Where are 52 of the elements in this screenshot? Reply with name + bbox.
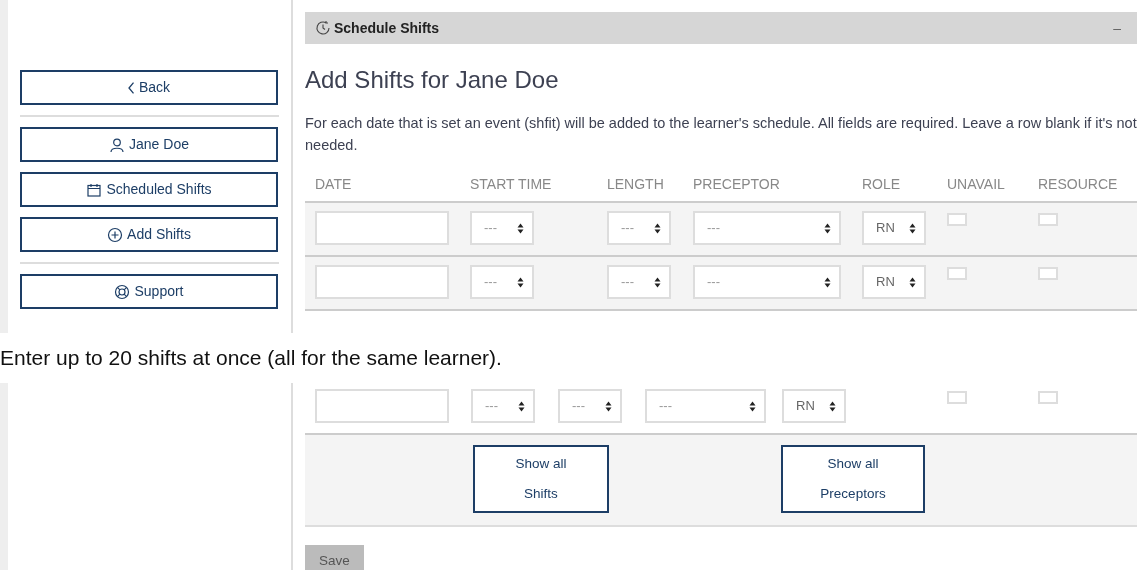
- checkbox[interactable]: [1038, 267, 1058, 280]
- checkbox[interactable]: [947, 391, 967, 404]
- sort-icon: [909, 276, 916, 288]
- select-field[interactable]: ---: [693, 265, 841, 299]
- checkbox[interactable]: [947, 267, 967, 280]
- lifebuoy-icon: [114, 283, 131, 300]
- sort-icon: [518, 400, 525, 412]
- save-button[interactable]: Save: [305, 545, 364, 570]
- sidebar-button[interactable]: Support: [20, 274, 278, 309]
- sort-icon: [517, 276, 524, 288]
- sort-icon: [517, 222, 524, 234]
- page-heading: Add Shifts for Jane Doe: [305, 65, 560, 95]
- sidebar-button[interactable]: Scheduled Shifts: [20, 172, 278, 207]
- select-field[interactable]: ---: [607, 265, 671, 299]
- select-field[interactable]: RN: [862, 211, 926, 245]
- checkbox[interactable]: [1038, 391, 1058, 404]
- sort-icon: [654, 222, 661, 234]
- chevron-left-icon: [127, 81, 135, 94]
- panel-title: Schedule Shifts: [334, 18, 440, 38]
- select-field[interactable]: ---: [471, 389, 535, 423]
- description-text: For each date that is set an event (shfit) will be added to the learner's schedule. All fields are required. Leave a row blank if it's not needed.: [305, 114, 1137, 155]
- select-field[interactable]: ---: [645, 389, 766, 423]
- sort-icon: [824, 276, 831, 288]
- calendar-icon: [86, 181, 103, 198]
- caption-text: Enter up to 20 shifts at once (all for the same learner).: [0, 345, 503, 372]
- person-icon: [109, 136, 126, 153]
- select-field[interactable]: ---: [693, 211, 841, 245]
- clock-icon: [315, 20, 331, 36]
- sort-icon: [749, 400, 756, 412]
- sort-icon: [829, 400, 836, 412]
- date-field[interactable]: [315, 211, 449, 245]
- select-field[interactable]: ---: [470, 211, 534, 245]
- show-all-button[interactable]: Show all Preceptors: [781, 445, 925, 513]
- checkbox[interactable]: [947, 213, 967, 226]
- select-field[interactable]: ---: [607, 211, 671, 245]
- sort-icon: [909, 222, 916, 234]
- date-field[interactable]: [315, 265, 449, 299]
- sort-icon: [654, 276, 661, 288]
- plus-circle-icon: [107, 226, 124, 243]
- sidebar-button[interactable]: Back: [20, 70, 278, 105]
- sidebar-button[interactable]: Add Shifts: [20, 217, 278, 252]
- show-all-button[interactable]: Show all Shifts: [473, 445, 609, 513]
- sort-icon: [605, 400, 612, 412]
- select-field[interactable]: ---: [470, 265, 534, 299]
- select-field[interactable]: RN: [782, 389, 846, 423]
- sidebar-button[interactable]: Jane Doe: [20, 127, 278, 162]
- collapse-button[interactable]: –: [1107, 16, 1127, 40]
- sort-icon: [824, 222, 831, 234]
- select-field[interactable]: RN: [862, 265, 926, 299]
- select-field[interactable]: ---: [558, 389, 622, 423]
- checkbox[interactable]: [1038, 213, 1058, 226]
- date-field[interactable]: [315, 389, 449, 423]
